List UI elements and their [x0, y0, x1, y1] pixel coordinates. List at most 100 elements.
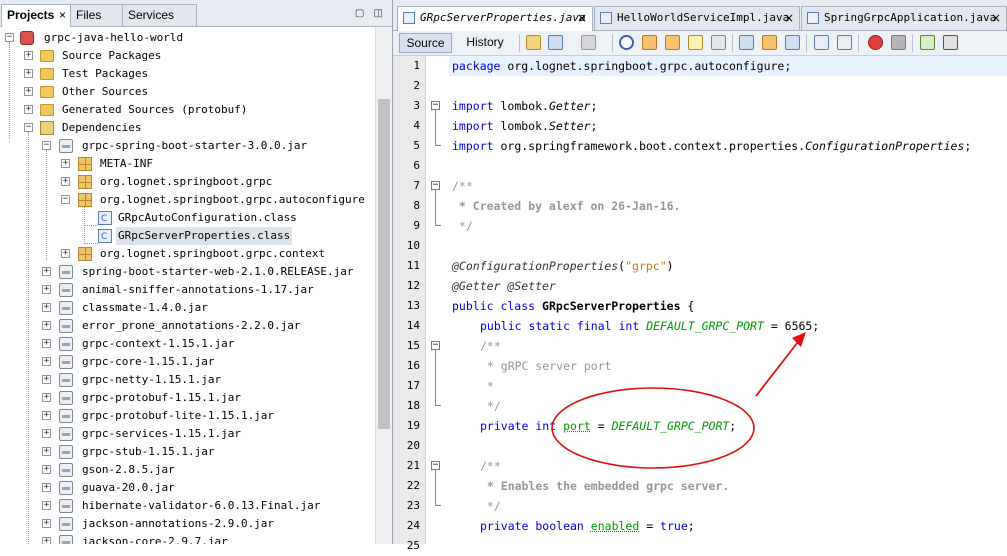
collapse-icon[interactable]: − [61, 195, 70, 204]
folder-icon [40, 86, 54, 98]
code-line-14: public static final int DEFAULT_GRPC_POR… [480, 316, 819, 336]
expand-icon[interactable]: + [42, 519, 51, 528]
collapse-icon[interactable]: − [5, 33, 14, 42]
tree-label: Dependencies [62, 121, 142, 134]
expand-icon[interactable]: + [42, 357, 51, 366]
punctuation: ; [729, 419, 737, 433]
expand-icon[interactable]: + [42, 501, 51, 510]
source-button[interactable]: Source [399, 33, 452, 53]
fold-collapse-icon[interactable]: − [431, 101, 440, 110]
expand-icon[interactable]: + [61, 177, 70, 186]
stop-macro-recording-icon[interactable] [891, 35, 906, 50]
start-macro-recording-icon[interactable] [868, 35, 883, 50]
tree-label: error_prone_annotations-2.2.0.jar [82, 319, 301, 332]
toggle-bookmark-icon[interactable] [785, 35, 800, 50]
jar-icon [59, 499, 73, 513]
jar-icon [59, 535, 73, 544]
expand-icon[interactable]: + [42, 483, 51, 492]
last-edit-icon[interactable] [526, 35, 541, 50]
toolbar-separator [732, 34, 733, 52]
constant-name: DEFAULT_GRPC_PORT [646, 319, 764, 333]
fold-line [435, 350, 436, 405]
rectangular-selection-icon[interactable] [711, 35, 726, 50]
line-number: 5 [413, 139, 420, 152]
comment-icon[interactable] [920, 35, 935, 50]
find-icon[interactable] [619, 35, 634, 50]
uncomment-icon[interactable] [943, 35, 958, 50]
toolbar-separator [912, 34, 913, 52]
keyword: package [452, 59, 501, 73]
tab-files[interactable]: Files [70, 4, 123, 26]
expand-icon[interactable]: + [42, 393, 51, 402]
line-number: 9 [413, 219, 420, 232]
next-bookmark-icon[interactable] [762, 35, 777, 50]
jar-icon [59, 427, 73, 441]
close-icon[interactable]: × [991, 7, 1001, 29]
expand-icon[interactable]: + [42, 447, 51, 456]
expand-icon[interactable]: + [42, 537, 51, 544]
string-literal: "grpc" [625, 259, 667, 273]
previous-bookmark-icon[interactable] [739, 35, 754, 50]
keyword: import [452, 119, 494, 133]
tree-connector [28, 132, 29, 544]
window-controls-icon[interactable]: ▢ ◫ [355, 8, 386, 19]
collapse-icon[interactable]: − [24, 123, 33, 132]
expand-icon[interactable]: + [42, 285, 51, 294]
expand-icon[interactable]: + [24, 87, 33, 96]
punctuation: ; [687, 519, 695, 533]
jar-icon [59, 517, 73, 531]
fold-collapse-icon[interactable]: − [431, 181, 440, 190]
package-icon [78, 247, 92, 261]
expand-icon[interactable]: + [24, 69, 33, 78]
line-number: 19 [406, 419, 420, 432]
expand-icon[interactable]: + [24, 105, 33, 114]
tree-label: Other Sources [62, 85, 149, 98]
line-number: 3 [413, 99, 420, 112]
expand-icon[interactable]: + [42, 429, 51, 438]
field-name: enabled [590, 519, 640, 533]
close-icon[interactable]: × [59, 5, 66, 25]
tab-helloworldserviceimpl[interactable]: HelloWorldServiceImpl.java × [594, 6, 800, 30]
expand-icon[interactable]: + [42, 267, 51, 276]
forward-icon[interactable] [581, 35, 596, 50]
expand-icon[interactable]: + [61, 249, 70, 258]
expand-icon[interactable]: + [61, 159, 70, 168]
history-button[interactable]: History [457, 33, 513, 53]
expand-icon[interactable]: + [42, 303, 51, 312]
back-icon[interactable] [548, 35, 563, 50]
toggle-highlight-icon[interactable] [688, 35, 703, 50]
expand-icon[interactable]: + [42, 339, 51, 348]
collapse-icon[interactable]: − [42, 141, 51, 150]
find-next-icon[interactable] [665, 35, 680, 50]
line-number-gutter: 1 2 3 4 5 6 7 8 9 10 11 12 13 14 15 16 1… [393, 56, 426, 552]
shift-left-icon[interactable] [814, 35, 829, 50]
tree-label: grpc-context-1.15.1.jar [82, 337, 235, 350]
line-number: 21 [406, 459, 420, 472]
expand-icon[interactable]: + [42, 465, 51, 474]
project-icon [20, 31, 34, 45]
tab-services[interactable]: Services [122, 4, 197, 26]
close-icon[interactable]: × [577, 7, 587, 29]
tree-connector [84, 243, 98, 244]
scrollbar-thumb[interactable] [378, 99, 390, 429]
tab-springgrpcapplication[interactable]: SpringGrpcApplication.java × [801, 6, 1007, 30]
code-line-9: */ [452, 219, 473, 233]
expand-icon[interactable]: + [42, 321, 51, 330]
tab-projects[interactable]: Projects × [1, 4, 71, 27]
fold-collapse-icon[interactable]: − [431, 461, 440, 470]
code-editor[interactable]: package org.lognet.springboot.grpc.autoc… [449, 56, 1007, 544]
line-number: 2 [413, 79, 420, 92]
expand-icon[interactable]: + [24, 51, 33, 60]
jar-icon [59, 283, 73, 297]
folder-icon [40, 68, 54, 80]
fold-collapse-icon[interactable]: − [431, 341, 440, 350]
shift-right-icon[interactable] [837, 35, 852, 50]
jar-icon [59, 337, 73, 351]
import-path: org.springframework.boot.context.propert… [493, 139, 806, 153]
editor-tab-bar: GRpcServerProperties.java × HelloWorldSe… [393, 0, 1007, 31]
find-previous-icon[interactable] [642, 35, 657, 50]
expand-icon[interactable]: + [42, 375, 51, 384]
close-icon[interactable]: × [784, 7, 794, 29]
expand-icon[interactable]: + [42, 411, 51, 420]
tab-grpcserverproperties[interactable]: GRpcServerProperties.java × [397, 6, 593, 31]
